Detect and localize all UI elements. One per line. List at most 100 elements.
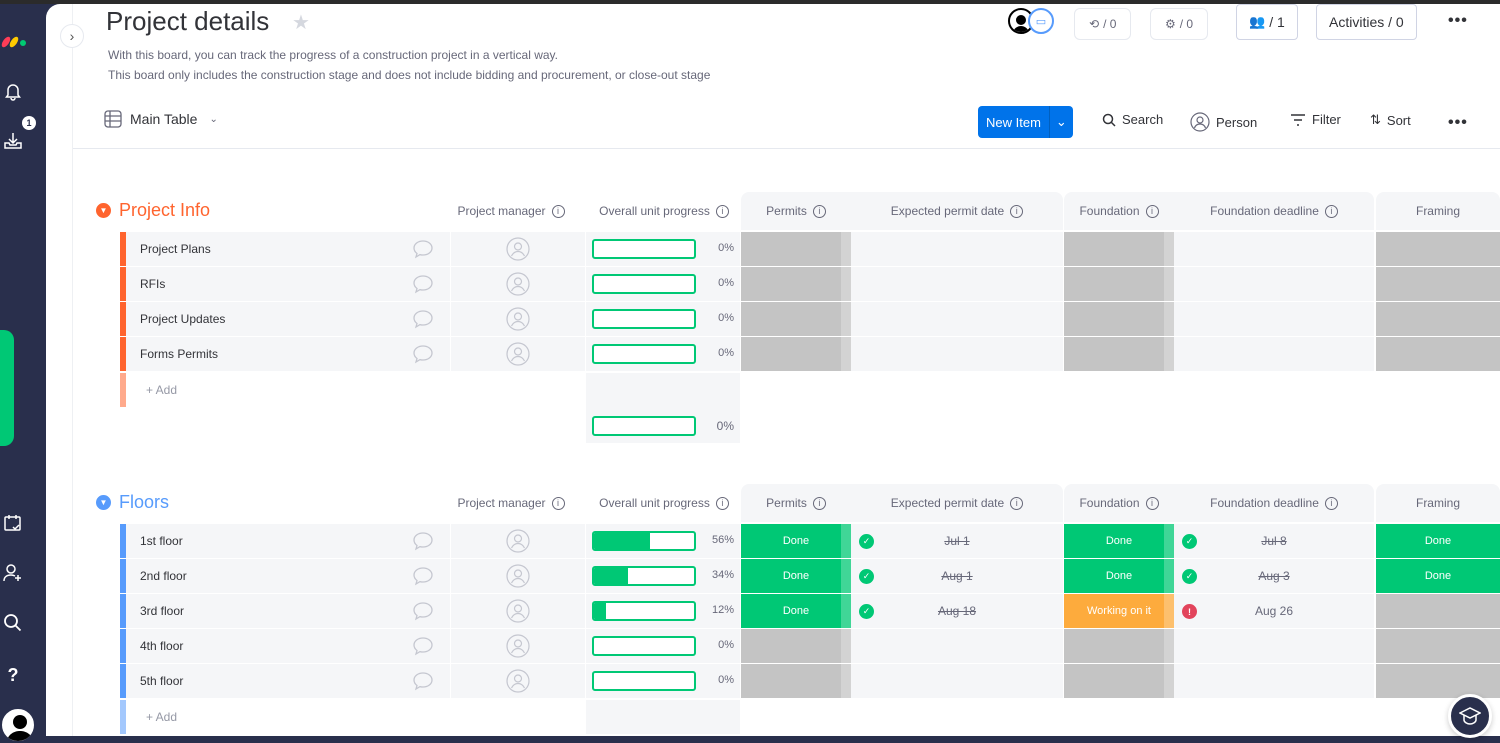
expected-permit-date-cell[interactable]: ✓ Aug 18	[851, 594, 1063, 628]
expand-panel-button[interactable]: ›	[60, 24, 84, 48]
item-name[interactable]: Project Updates	[126, 302, 450, 336]
info-icon[interactable]: i	[1145, 496, 1159, 510]
sort-button[interactable]: ⇅ Sort	[1370, 112, 1411, 128]
comment-bubble-icon[interactable]	[412, 530, 434, 552]
item-name[interactable]: Forms Permits	[126, 337, 450, 371]
toolbar-more-menu-icon[interactable]: •••	[1448, 114, 1468, 132]
monday-logo-icon[interactable]	[0, 28, 30, 50]
info-icon[interactable]: i	[1010, 496, 1024, 510]
project-manager-cell[interactable]	[451, 664, 585, 698]
person-filter-button[interactable]: Person	[1190, 112, 1257, 132]
foundation-deadline-cell[interactable]	[1174, 337, 1374, 371]
item-name-text[interactable]: 5th floor	[140, 674, 183, 688]
project-manager-cell[interactable]	[451, 267, 585, 301]
foundation-status-cell[interactable]: Working on it	[1064, 594, 1174, 628]
column-header-expected-permit-date[interactable]: Expected permit date i	[851, 204, 1063, 218]
project-manager-cell[interactable]	[451, 559, 585, 593]
info-icon[interactable]: i	[812, 496, 826, 510]
foundation-status-cell[interactable]	[1064, 664, 1174, 698]
item-name[interactable]: RFIs	[126, 267, 450, 301]
framing-status-cell[interactable]	[1376, 302, 1500, 336]
integrations-button[interactable]: ⟲ / 0	[1074, 8, 1132, 40]
item-name[interactable]: 3rd floor	[126, 594, 450, 628]
column-header-foundation[interactable]: Foundation i	[1064, 204, 1174, 218]
project-manager-cell[interactable]	[451, 232, 585, 266]
column-header-expected-permit-date[interactable]: Expected permit date i	[851, 496, 1063, 510]
foundation-deadline-cell[interactable]	[1174, 302, 1374, 336]
search-button[interactable]: Search	[1102, 112, 1163, 127]
column-header-framing[interactable]: Framing	[1376, 496, 1500, 510]
project-manager-cell[interactable]	[451, 524, 585, 558]
project-manager-cell[interactable]	[451, 302, 585, 336]
framing-status-cell[interactable]: Done	[1376, 559, 1500, 593]
permits-status-cell[interactable]	[741, 629, 851, 663]
info-icon[interactable]: i	[1145, 204, 1159, 218]
board-more-menu-icon[interactable]: •••	[1448, 12, 1468, 30]
item-name[interactable]: Project Plans	[126, 232, 450, 266]
info-icon[interactable]: i	[1324, 496, 1338, 510]
board-subscriber-icon[interactable]: ▭	[1028, 8, 1054, 34]
column-header-foundation[interactable]: Foundation i	[1064, 496, 1174, 510]
info-icon[interactable]: i	[551, 204, 565, 218]
permits-status-cell[interactable]: Done	[741, 594, 851, 628]
item-name-text[interactable]: 2nd floor	[140, 569, 187, 583]
permits-status-cell[interactable]	[741, 302, 851, 336]
invite-user-icon[interactable]	[2, 562, 24, 584]
new-item-button[interactable]: New Item ⌄	[978, 106, 1073, 138]
add-item-row[interactable]: + Add	[120, 373, 586, 407]
column-header-foundation-deadline[interactable]: Foundation deadline i	[1174, 496, 1374, 510]
comment-bubble-icon[interactable]	[412, 308, 434, 330]
item-name-text[interactable]: RFIs	[140, 277, 165, 291]
column-header-foundation-deadline[interactable]: Foundation deadline i	[1174, 204, 1374, 218]
collapse-group-icon[interactable]: ▼	[96, 495, 111, 510]
foundation-status-cell[interactable]	[1064, 629, 1174, 663]
framing-status-cell[interactable]	[1376, 232, 1500, 266]
permits-status-cell[interactable]: Done	[741, 559, 851, 593]
framing-status-cell[interactable]	[1376, 337, 1500, 371]
permits-status-cell[interactable]	[741, 337, 851, 371]
group-title-text[interactable]: Floors	[119, 492, 169, 513]
project-manager-cell[interactable]	[451, 594, 585, 628]
expected-permit-date-cell[interactable]	[851, 267, 1063, 301]
column-header-permits[interactable]: Permits i	[741, 496, 851, 510]
item-name-text[interactable]: Forms Permits	[140, 347, 218, 361]
foundation-deadline-cell[interactable]: ✓ Jul 8	[1174, 524, 1374, 558]
favorite-star-icon[interactable]: ★	[292, 10, 310, 35]
info-icon[interactable]: i	[1324, 204, 1338, 218]
column-header-overall-progress[interactable]: Overall unit progress i	[586, 496, 742, 510]
column-header-overall-progress[interactable]: Overall unit progress i	[586, 204, 742, 218]
info-icon[interactable]: i	[715, 204, 729, 218]
learning-center-button[interactable]	[1448, 694, 1492, 738]
add-item-row[interactable]: + Add	[120, 700, 586, 734]
expected-permit-date-cell[interactable]	[851, 302, 1063, 336]
members-button[interactable]: 👥 / 1	[1236, 4, 1298, 40]
comment-bubble-icon[interactable]	[412, 670, 434, 692]
comment-bubble-icon[interactable]	[412, 238, 434, 260]
framing-status-cell[interactable]	[1376, 664, 1500, 698]
framing-status-cell[interactable]: Done	[1376, 524, 1500, 558]
add-item-label[interactable]: + Add	[146, 710, 177, 724]
framing-status-cell[interactable]	[1376, 267, 1500, 301]
framing-status-cell[interactable]	[1376, 629, 1500, 663]
info-icon[interactable]: i	[1010, 204, 1024, 218]
foundation-deadline-cell[interactable]	[1174, 629, 1374, 663]
permits-status-cell[interactable]: Done	[741, 524, 851, 558]
foundation-status-cell[interactable]: Done	[1064, 524, 1174, 558]
item-name[interactable]: 1st floor	[126, 524, 450, 558]
permits-status-cell[interactable]	[741, 267, 851, 301]
main-table-view-tab[interactable]: Main Table ⌄	[104, 110, 218, 128]
activities-button[interactable]: Activities / 0	[1316, 4, 1417, 40]
project-manager-cell[interactable]	[451, 629, 585, 663]
inbox-download-icon[interactable]	[2, 130, 24, 152]
search-icon[interactable]	[2, 612, 24, 634]
bell-icon[interactable]	[2, 80, 24, 102]
item-name-text[interactable]: 3rd floor	[140, 604, 184, 618]
automations-button[interactable]: ⚙ / 0	[1150, 8, 1209, 40]
comment-bubble-icon[interactable]	[412, 600, 434, 622]
comment-bubble-icon[interactable]	[412, 273, 434, 295]
user-avatar[interactable]	[0, 707, 36, 743]
calendar-check-icon[interactable]	[2, 512, 24, 534]
item-name[interactable]: 5th floor	[126, 664, 450, 698]
comment-bubble-icon[interactable]	[412, 565, 434, 587]
item-name-text[interactable]: 1st floor	[140, 534, 183, 548]
